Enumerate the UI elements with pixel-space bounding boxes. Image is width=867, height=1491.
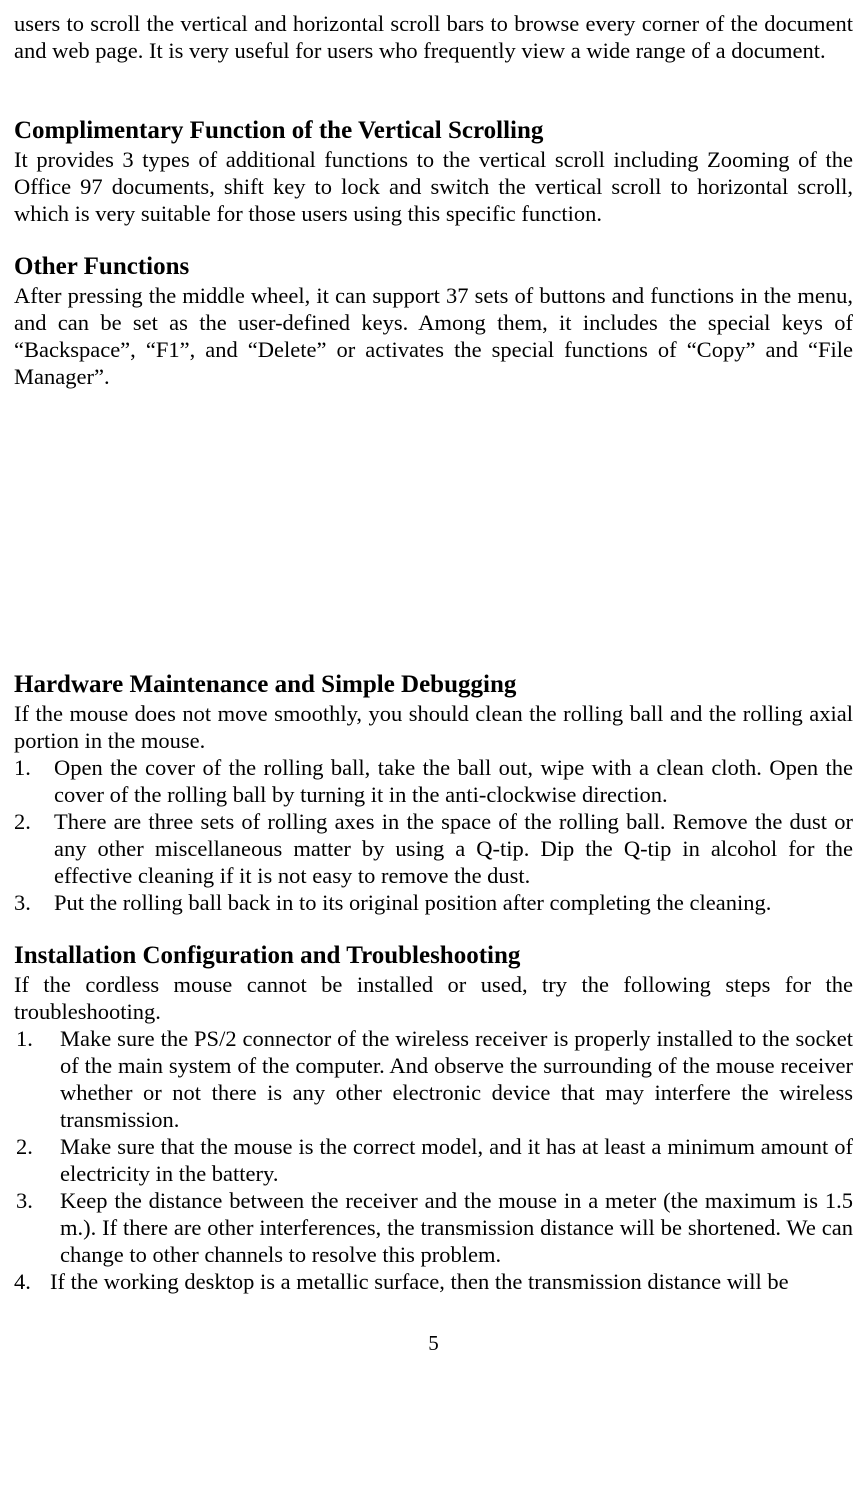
list-item: 1. Make sure the PS/2 connector of the w… [14, 1025, 853, 1133]
list-item: 2. There are three sets of rolling axes … [14, 808, 853, 889]
list-content: Make sure that the mouse is the correct … [60, 1133, 853, 1187]
paragraph-hardware-maintenance: If the mouse does not move smoothly, you… [14, 700, 853, 754]
list-content: Keep the distance between the receiver a… [60, 1187, 853, 1268]
list-content: If the working desktop is a metallic sur… [50, 1268, 853, 1295]
list-content: Put the rolling ball back in to its orig… [54, 889, 853, 916]
list-content: Make sure the PS/2 connector of the wire… [60, 1025, 853, 1133]
list-item: 2. Make sure that the mouse is the corre… [14, 1133, 853, 1187]
list-content: Open the cover of the rolling ball, take… [54, 754, 853, 808]
page-number: 5 [14, 1331, 853, 1356]
intro-paragraph: users to scroll the vertical and horizon… [14, 10, 853, 64]
list-number: 3. [14, 1187, 60, 1268]
list-number: 1. [14, 754, 54, 808]
heading-complimentary: Complimentary Function of the Vertical S… [14, 116, 853, 146]
list-number: 4. [14, 1268, 50, 1295]
list-hardware-maintenance: 1. Open the cover of the rolling ball, t… [14, 754, 853, 916]
list-number: 2. [14, 1133, 60, 1187]
list-item: 3. Keep the distance between the receive… [14, 1187, 853, 1268]
list-item: 3. Put the rolling ball back in to its o… [14, 889, 853, 916]
list-item: 1. Open the cover of the rolling ball, t… [14, 754, 853, 808]
list-number: 1. [14, 1025, 60, 1133]
heading-installation-config: Installation Configuration and Troublesh… [14, 941, 853, 971]
paragraph-other-functions: After pressing the middle wheel, it can … [14, 282, 853, 390]
list-installation-config-4: 4. If the working desktop is a metallic … [14, 1268, 853, 1295]
paragraph-installation-config: If the cordless mouse cannot be installe… [14, 971, 853, 1025]
list-number: 3. [14, 889, 54, 916]
list-item: 4. If the working desktop is a metallic … [14, 1268, 853, 1295]
heading-hardware-maintenance: Hardware Maintenance and Simple Debuggin… [14, 670, 853, 700]
paragraph-complimentary: It provides 3 types of additional functi… [14, 146, 853, 227]
list-content: There are three sets of rolling axes in … [54, 808, 853, 889]
heading-other-functions: Other Functions [14, 252, 853, 282]
list-installation-config: 1. Make sure the PS/2 connector of the w… [14, 1025, 853, 1268]
list-number: 2. [14, 808, 54, 889]
